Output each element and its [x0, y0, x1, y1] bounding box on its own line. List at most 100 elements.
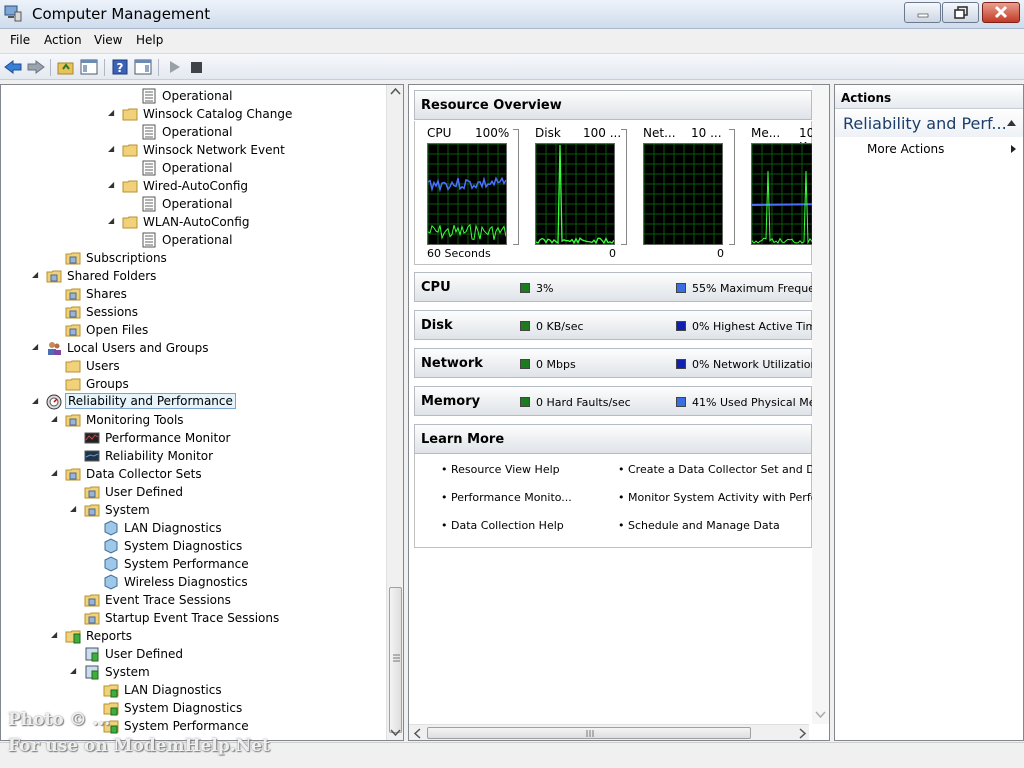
trace-folder-icon	[84, 610, 100, 626]
scroll-down-icon[interactable]	[815, 710, 826, 720]
tree-node[interactable]: ◢ System	[70, 501, 403, 519]
tree-node[interactable]: Operational	[127, 195, 403, 213]
close-button[interactable]	[982, 2, 1020, 23]
tree-node[interactable]: Event Trace Sessions	[70, 591, 403, 609]
metric-secondary: 41% Used Physical Mem	[692, 396, 827, 409]
tree-node[interactable]: Operational	[127, 159, 403, 177]
tree-node[interactable]: System Performance	[89, 555, 403, 573]
console-tree[interactable]: Operational ◢ Winsock Catalog Change Operat…	[0, 84, 404, 741]
tree-node[interactable]: ◢ Wired-AutoConfig	[108, 177, 403, 195]
resource-overview-header[interactable]: Resource Overview	[414, 90, 812, 120]
tree-node[interactable]: Open Files	[51, 321, 391, 339]
tree-node[interactable]: System Diagnostics	[89, 537, 403, 555]
resource-row-network[interactable]: Network 0 Mbps 0% Network Utilization	[414, 348, 818, 378]
tree-node[interactable]: Startup Event Trace Sessions	[70, 609, 403, 627]
forward-arrow-icon[interactable]	[27, 59, 45, 75]
tree-node[interactable]: Sessions	[51, 303, 391, 321]
minimize-button[interactable]	[904, 2, 941, 23]
tree-node[interactable]: User Defined	[70, 645, 403, 663]
actions-section-header[interactable]: Reliability and Perf...	[835, 111, 1023, 137]
tree-node[interactable]: LAN Diagnostics	[89, 519, 403, 537]
scroll-down-icon[interactable]	[390, 728, 401, 738]
tree-node[interactable]: ◢ System	[70, 663, 403, 681]
learn-more-link[interactable]: • Monitor System Activity with Perform	[618, 491, 829, 504]
collapse-up-icon[interactable]	[1007, 120, 1016, 127]
learn-more-link[interactable]: • Performance Monito...	[441, 491, 572, 504]
tree-node[interactable]: System Performance	[89, 717, 403, 735]
tree-node[interactable]: ◢ Reliability and Performance	[32, 393, 372, 411]
tree-node[interactable]: ◢ WLAN-AutoConfig	[108, 213, 403, 231]
tree-node[interactable]: Operational	[127, 87, 403, 105]
up-folder-icon[interactable]	[57, 59, 75, 75]
expand-arrow-icon[interactable]: ◢	[32, 270, 42, 280]
more-actions-item[interactable]: More Actions	[835, 139, 1023, 159]
learn-more-link[interactable]: • Schedule and Manage Data	[618, 519, 780, 532]
scroll-left-icon[interactable]	[413, 728, 423, 739]
tree-node-label: Monitoring Tools	[86, 413, 184, 427]
results-scroll-thumb[interactable]	[427, 727, 751, 739]
learn-more-header[interactable]: Learn More	[414, 424, 812, 454]
tree-node[interactable]: Users	[51, 357, 391, 375]
tree-node[interactable]: ◢ Data Collector Sets	[51, 465, 391, 483]
expand-arrow-icon[interactable]: ◢	[51, 468, 61, 478]
results-horizontal-scrollbar[interactable]	[409, 724, 809, 740]
tree-node[interactable]: Groups	[51, 375, 391, 393]
tree-node[interactable]: User Defined	[70, 483, 403, 501]
tree-node[interactable]: Operational	[127, 231, 403, 249]
expand-arrow-icon[interactable]: ◢	[108, 180, 118, 190]
expand-arrow-icon[interactable]: ◢	[51, 414, 61, 424]
expand-arrow-icon[interactable]: ◢	[70, 504, 80, 514]
graph-max-label: 10 ...	[691, 126, 722, 140]
back-arrow-icon[interactable]	[4, 59, 22, 75]
tree-node[interactable]: ◢ Reports	[51, 627, 391, 645]
report-system-icon	[84, 664, 100, 680]
expand-arrow-icon[interactable]: ◢	[108, 108, 118, 118]
expand-arrow-icon[interactable]: ◢	[51, 630, 61, 640]
expand-arrow-icon[interactable]: ◢	[32, 396, 42, 406]
users-groups-icon	[46, 340, 62, 356]
expand-arrow-icon[interactable]: ◢	[108, 144, 118, 154]
user-defined-icon	[84, 484, 100, 500]
menu-help[interactable]: Help	[136, 33, 163, 47]
tree-vertical-scrollbar[interactable]	[386, 85, 403, 740]
tree-node[interactable]: ◢ Winsock Catalog Change	[108, 105, 403, 123]
show-hide-action-pane-icon[interactable]	[134, 59, 152, 75]
expand-arrow-icon[interactable]: ◢	[32, 342, 42, 352]
scroll-right-icon[interactable]	[797, 728, 807, 739]
resource-row-cpu[interactable]: CPU 3% 55% Maximum Frequen	[414, 272, 822, 302]
stop-icon[interactable]	[188, 59, 206, 75]
tree-node[interactable]: LAN Diagnostics	[89, 681, 403, 699]
scroll-up-icon[interactable]	[390, 87, 401, 97]
show-hide-tree-icon[interactable]	[80, 59, 98, 75]
play-icon[interactable]	[166, 59, 184, 75]
tree-node[interactable]: ◢ Local Users and Groups	[32, 339, 372, 357]
learn-more-link[interactable]: • Data Collection Help	[441, 519, 564, 532]
tree-node[interactable]: ◢ Shared Folders	[32, 267, 372, 285]
tree-node[interactable]: Shares	[51, 285, 391, 303]
menu-view[interactable]: View	[94, 33, 122, 47]
tree-scroll-thumb[interactable]	[389, 587, 402, 733]
tree-node[interactable]: System Diagnostics	[89, 699, 403, 717]
learn-more-link[interactable]: • Resource View Help	[441, 463, 560, 476]
learn-more-link[interactable]: • Create a Data Collector Set and Diag	[618, 463, 829, 476]
tree-node[interactable]: Subscriptions	[51, 249, 391, 267]
tree-node-label: Operational	[162, 125, 233, 139]
bullet-icon: •	[618, 463, 628, 476]
tree-node[interactable]: ◢ Winsock Network Event	[108, 141, 403, 159]
menu-action[interactable]: Action	[44, 33, 82, 47]
expand-arrow-icon[interactable]: ◢	[70, 666, 80, 676]
menu-file[interactable]: File	[10, 33, 30, 47]
computer-management-icon	[4, 5, 22, 22]
resource-row-disk[interactable]: Disk 0 KB/sec 0% Highest Active Time	[414, 310, 823, 340]
tree-node[interactable]: Operational	[127, 123, 403, 141]
restore-button[interactable]	[942, 2, 979, 23]
help-icon[interactable]: ?	[111, 59, 129, 75]
tree-node[interactable]: Wireless Diagnostics	[89, 573, 403, 591]
tree-node[interactable]: ◢ Monitoring Tools	[51, 411, 391, 429]
tree-node-label: Open Files	[86, 323, 149, 337]
expand-arrow-icon[interactable]: ◢	[108, 216, 118, 226]
resource-row-memory[interactable]: Memory 0 Hard Faults/sec 41% Used Physical…	[414, 386, 826, 416]
tree-node[interactable]: Reliability Monitor	[70, 447, 403, 465]
tree-node[interactable]: Performance Monitor	[70, 429, 403, 447]
results-vertical-scrollbar[interactable]	[812, 85, 829, 724]
